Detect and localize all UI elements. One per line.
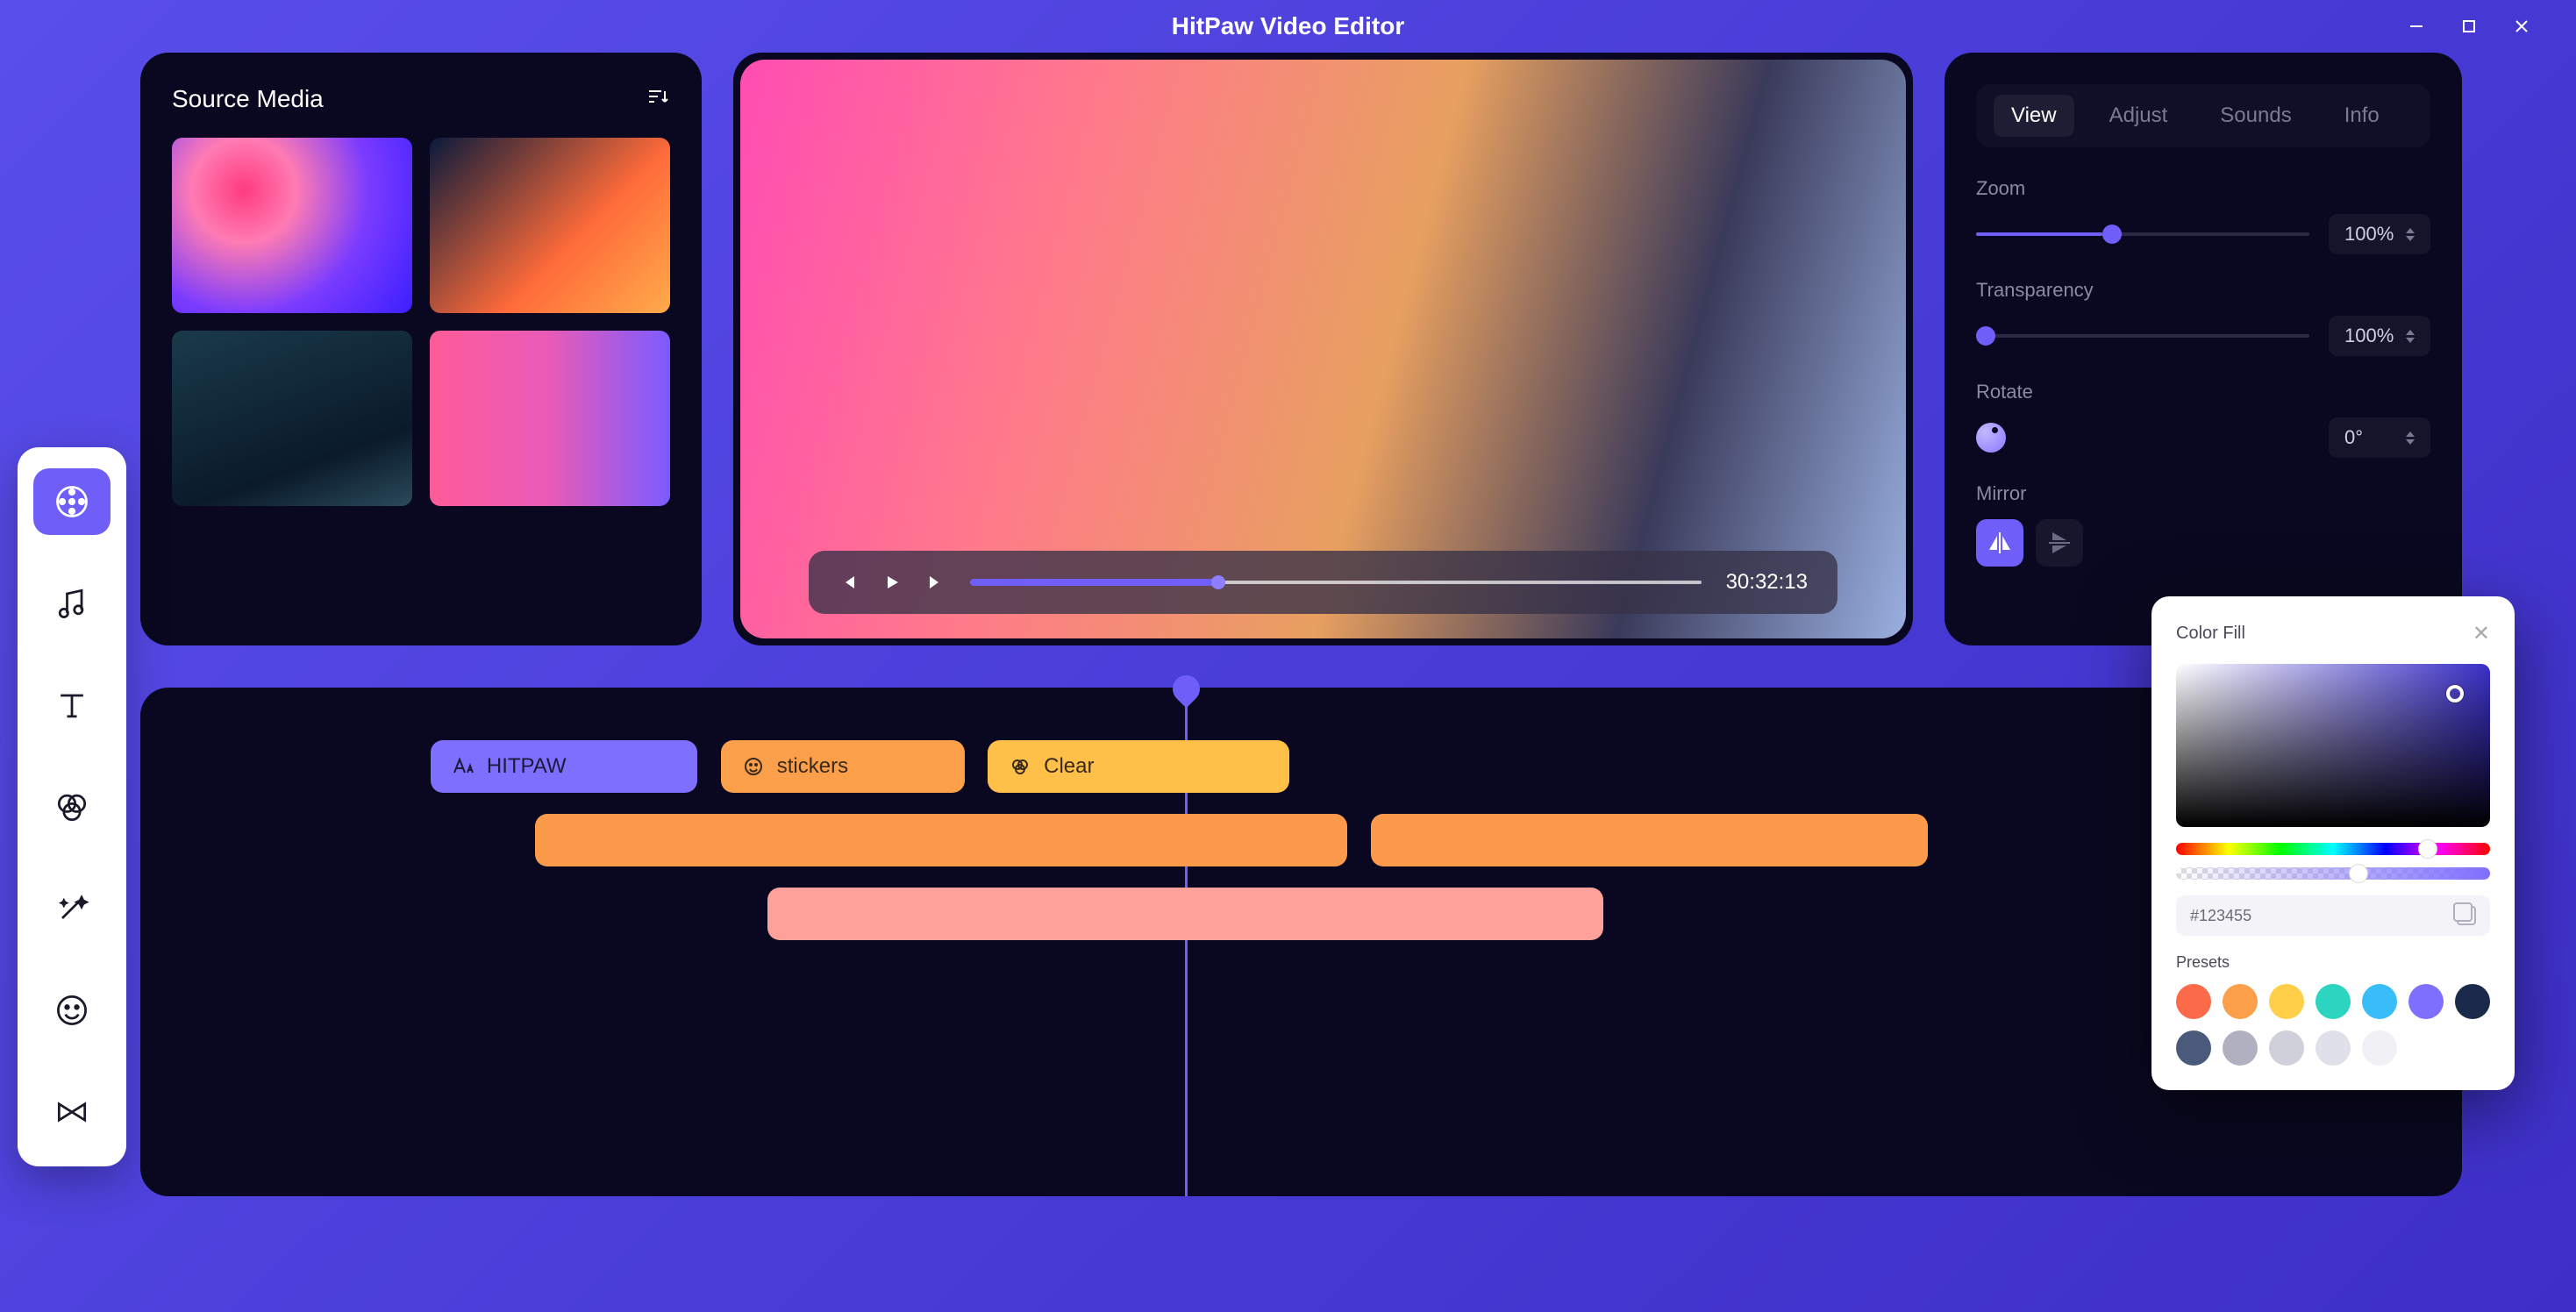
tab-sounds[interactable]: Sounds xyxy=(2202,95,2308,137)
emoji-icon xyxy=(742,755,765,778)
color-fill-popup: Color Fill ✕ #123455 Presets xyxy=(2151,596,2515,1090)
prev-frame-button[interactable] xyxy=(838,573,858,592)
color-swatch[interactable] xyxy=(2455,984,2490,1019)
preset-swatches xyxy=(2176,984,2490,1066)
color-swatch[interactable] xyxy=(2362,984,2397,1019)
clip-text[interactable]: HITPAW xyxy=(431,740,697,793)
transparency-slider[interactable] xyxy=(1976,334,2309,338)
minimize-button[interactable] xyxy=(2406,16,2427,37)
music-icon xyxy=(53,584,91,623)
side-toolbar xyxy=(18,447,126,1166)
color-fill-title: Color Fill xyxy=(2176,624,2245,644)
color-swatch[interactable] xyxy=(2176,984,2211,1019)
media-thumbnail[interactable] xyxy=(430,138,670,313)
color-swatch[interactable] xyxy=(2176,1030,2211,1066)
presets-label: Presets xyxy=(2176,953,2490,972)
color-swatch[interactable] xyxy=(2269,1030,2304,1066)
workspace: Source Media 30:32:13 View Ad xyxy=(0,53,2576,645)
emoji-icon xyxy=(53,991,91,1030)
properties-panel: View Adjust Sounds Info Zoom 100% Transp… xyxy=(1944,53,2462,645)
clip-video-a[interactable] xyxy=(535,814,1347,866)
color-saturation-field[interactable] xyxy=(2176,664,2490,827)
overlap-circles-icon xyxy=(53,788,91,826)
color-swatch[interactable] xyxy=(2408,984,2444,1019)
mirror-vertical-icon xyxy=(2045,529,2073,557)
color-swatch[interactable] xyxy=(2269,984,2304,1019)
tab-info[interactable]: Info xyxy=(2327,95,2397,137)
source-media-title: Source Media xyxy=(172,85,324,113)
media-tool[interactable] xyxy=(33,468,111,535)
next-frame-button[interactable] xyxy=(926,573,945,592)
color-fill-close-button[interactable]: ✕ xyxy=(2473,621,2490,646)
preview-panel: 30:32:13 xyxy=(733,53,1913,645)
overlap-circles-icon xyxy=(1009,755,1031,778)
transparency-label: Transparency xyxy=(1976,279,2430,302)
timeline-panel[interactable]: HITPAW stickers Clear xyxy=(140,688,2462,1196)
mirror-label: Mirror xyxy=(1976,482,2430,505)
copy-hex-button[interactable] xyxy=(2457,906,2476,925)
clip-filter[interactable]: Clear xyxy=(988,740,1289,793)
zoom-label: Zoom xyxy=(1976,177,2430,200)
clip-audio[interactable] xyxy=(767,888,1603,940)
text-icon xyxy=(53,686,91,724)
maximize-button[interactable] xyxy=(2458,16,2480,37)
text-tool[interactable] xyxy=(33,672,111,738)
rotate-label: Rotate xyxy=(1976,381,2430,403)
sort-icon xyxy=(646,84,670,109)
effects-tool[interactable] xyxy=(33,875,111,942)
app-title: HitPaw Video Editor xyxy=(1172,12,1405,40)
tab-adjust[interactable]: Adjust xyxy=(2092,95,2186,137)
transition-tool[interactable] xyxy=(33,1079,111,1145)
color-swatch[interactable] xyxy=(2362,1030,2397,1066)
source-media-panel: Source Media xyxy=(140,53,702,645)
play-button[interactable] xyxy=(882,573,902,592)
clip-stickers[interactable]: stickers xyxy=(721,740,965,793)
color-hex-value: #123455 xyxy=(2190,907,2457,925)
color-hue-slider[interactable] xyxy=(2176,843,2490,855)
color-swatch[interactable] xyxy=(2316,984,2351,1019)
sticker-tool[interactable] xyxy=(33,977,111,1044)
audio-tool[interactable] xyxy=(33,570,111,637)
transparency-value[interactable]: 100% xyxy=(2329,316,2430,356)
close-button[interactable] xyxy=(2511,16,2532,37)
properties-tabs: View Adjust Sounds Info xyxy=(1976,84,2430,147)
bowtie-icon xyxy=(53,1093,91,1131)
zoom-slider[interactable] xyxy=(1976,232,2309,236)
playback-track[interactable] xyxy=(970,581,1702,584)
zoom-value[interactable]: 100% xyxy=(2329,214,2430,254)
rotate-knob[interactable] xyxy=(1976,423,2006,453)
mirror-horizontal-icon xyxy=(1986,529,2014,557)
playback-timecode: 30:32:13 xyxy=(1726,570,1808,595)
sort-button[interactable] xyxy=(646,84,670,113)
color-swatch[interactable] xyxy=(2316,1030,2351,1066)
color-swatch[interactable] xyxy=(2223,1030,2258,1066)
titlebar: HitPaw Video Editor xyxy=(0,0,2576,53)
mirror-vertical-button[interactable] xyxy=(2036,519,2083,567)
window-controls xyxy=(2406,16,2532,37)
playback-bar: 30:32:13 xyxy=(809,551,1837,614)
preview-canvas[interactable]: 30:32:13 xyxy=(740,60,1906,638)
filter-tool[interactable] xyxy=(33,774,111,840)
media-thumbnail[interactable] xyxy=(172,138,412,313)
color-alpha-slider[interactable] xyxy=(2176,867,2490,880)
color-hex-field[interactable]: #123455 xyxy=(2176,895,2490,936)
film-reel-icon xyxy=(53,482,91,521)
mirror-horizontal-button[interactable] xyxy=(1976,519,2023,567)
media-thumbnail[interactable] xyxy=(172,331,412,506)
color-swatch[interactable] xyxy=(2223,984,2258,1019)
magic-wand-icon xyxy=(53,889,91,928)
media-thumbnail[interactable] xyxy=(430,331,670,506)
tab-view[interactable]: View xyxy=(1994,95,2074,137)
text-aa-icon xyxy=(452,755,475,778)
clip-video-b[interactable] xyxy=(1371,814,1928,866)
rotate-value[interactable]: 0° xyxy=(2329,417,2430,458)
